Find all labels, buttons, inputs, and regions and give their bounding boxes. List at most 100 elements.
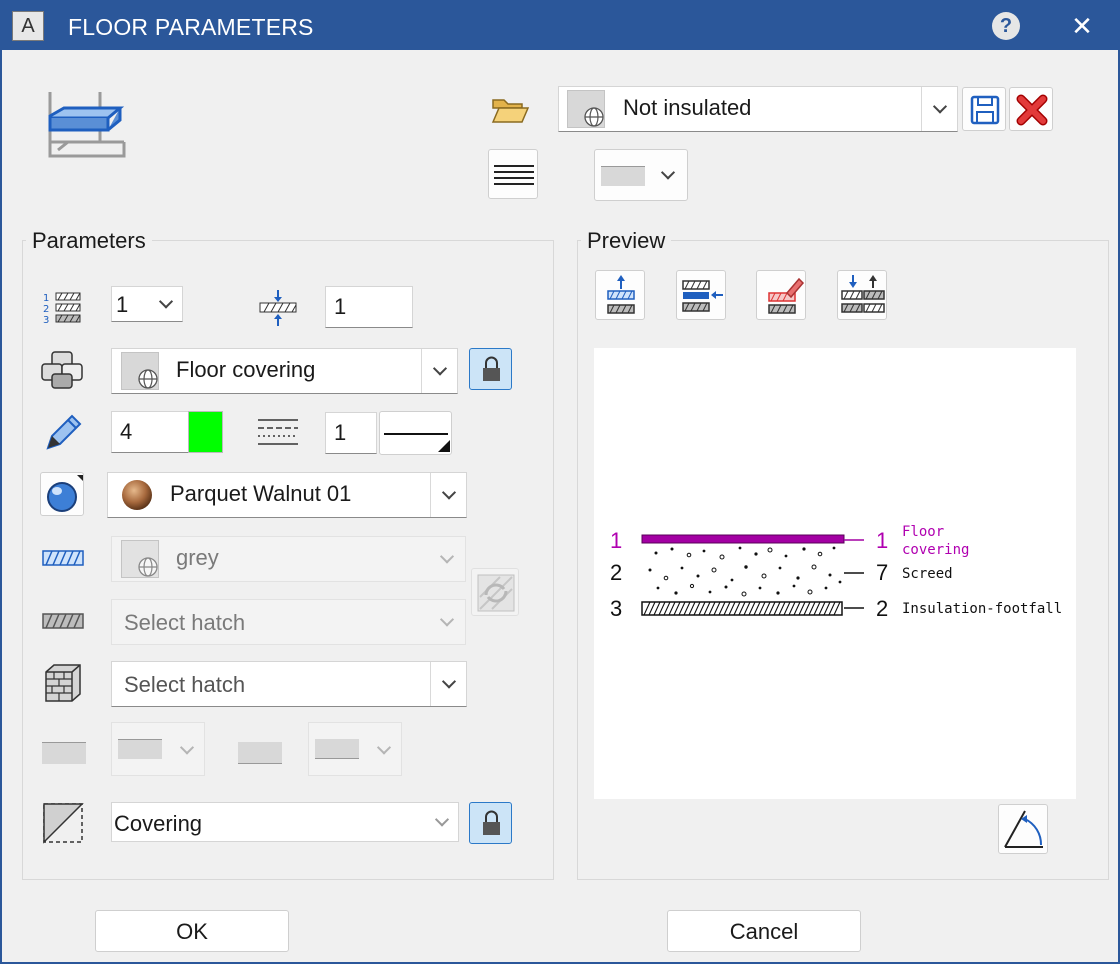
sphere-material-icon [47,475,83,512]
ok-button[interactable]: OK [95,910,289,952]
type-lock-button[interactable] [469,802,512,844]
chevron-down-icon[interactable] [921,87,957,131]
edit-layer-button[interactable] [756,270,806,320]
line-style-dropdown[interactable] [594,149,688,201]
parameters-group-label: Parameters [26,228,152,254]
line-type-icon [258,419,298,445]
insert-layer-button[interactable] [676,270,726,320]
section-hatch-value: Select hatch [124,672,246,697]
title-bar: A FLOOR PARAMETERS ? ✕ [2,2,1118,50]
delete-button[interactable] [1009,87,1053,131]
line-style-icon [601,166,645,186]
bottom-line-style-dropdown[interactable] [308,722,402,776]
layer-3-right-number: 2 [876,596,888,621]
chevron-down-icon[interactable] [430,662,466,706]
preset-dropdown[interactable]: Not insulated [558,86,958,132]
preset-value: Not insulated [623,95,752,120]
move-layer-up-button[interactable] [595,270,645,320]
type-value: Covering [114,811,203,836]
layer-count-dropdown[interactable]: 1 [111,286,183,322]
walnut-texture-icon [122,480,152,510]
layer-count-value: 1 [116,292,129,317]
component-value: Floor covering [176,357,316,382]
chevron-down-icon [430,810,454,834]
layer-2-right-number: 7 [876,560,888,585]
layer-3-label: Insulation-footfall [902,601,1062,617]
line-style-icon [315,739,359,759]
top-line-style-dropdown[interactable] [111,722,205,776]
blue-hatch-icon [42,550,84,566]
line-weight-picker[interactable] [379,411,452,455]
line-style-icon [118,739,162,759]
hatch-pattern-dropdown[interactable]: Select hatch [111,599,466,645]
layer-3-left-number: 3 [610,596,622,621]
svg-text:2: 2 [43,304,49,315]
help-button[interactable]: ? [992,12,1020,40]
chevron-down-icon [174,737,200,763]
component-icon [41,351,83,389]
chevron-down-icon [429,600,465,644]
swap-hatch-button[interactable] [471,568,519,616]
pen-icon [46,414,82,450]
svg-text:1: 1 [43,293,49,304]
delete-icon [1016,94,1048,126]
svg-text:3: 3 [43,315,49,326]
thickness-input[interactable]: 1 [325,286,413,328]
insert-layer-icon [682,280,723,312]
cancel-button[interactable]: Cancel [667,910,861,952]
save-button[interactable] [962,87,1006,131]
section-hatch-dropdown[interactable]: Select hatch [111,661,467,707]
pen-number-input[interactable]: 4 [111,411,189,453]
globe-icon [567,90,605,128]
chevron-down-icon[interactable] [421,349,457,393]
surface-button[interactable] [40,472,84,516]
surface-value: Parquet Walnut 01 [170,481,352,506]
globe-icon [121,540,159,578]
chevron-down-icon[interactable] [430,473,466,517]
preview-group-label: Preview [581,228,672,254]
app-icon: A [12,11,44,41]
save-icon [970,95,1000,125]
open-folder-icon[interactable] [490,94,530,128]
layer-1-label-line-2: covering [902,542,969,558]
edit-layer-icon [768,277,805,314]
angle-icon [1004,810,1043,848]
line-number-input[interactable]: 1 [325,412,377,454]
lock-icon [483,810,500,835]
floor-illustration-icon [48,92,126,158]
pen-color-swatch[interactable] [188,411,223,453]
layer-up-icon [607,275,635,314]
layer-2-left-number: 2 [610,560,622,585]
layer-1-right-number: 1 [876,528,888,553]
layer-2-label: Screed [902,566,953,582]
chevron-down-icon [371,737,397,763]
hatch-color-dropdown[interactable]: grey [111,536,466,582]
layer-section-drawing: 1 2 3 1 7 2 Floor covering Screed Insula… [610,524,1062,621]
component-dropdown[interactable]: Floor covering [111,348,458,394]
chevron-down-icon [429,537,465,581]
brick-wall-icon [45,664,81,702]
thickness-icon [259,290,297,326]
preview-canvas: 1 2 3 1 7 2 Floor covering Screed Insula… [594,348,1076,799]
chevron-down-icon [655,162,681,188]
floor-parameters-dialog: A FLOOR PARAMETERS ? ✕ Not insulated Par… [0,0,1120,964]
component-lock-button[interactable] [469,348,512,390]
surface-dropdown[interactable]: Parquet Walnut 01 [107,472,467,518]
gray-hatch-icon [42,613,84,629]
type-dropdown[interactable]: Covering [111,802,459,842]
type-icon [43,803,84,844]
layer-numbering-icon: 1 2 3 [43,292,81,326]
layer-lines-button[interactable] [488,149,538,199]
layer-1-label-line-1: Floor [902,524,944,540]
view-angle-button[interactable] [998,804,1048,854]
hatch-color-value: grey [176,545,219,570]
hatch-pattern-value: Select hatch [124,610,246,635]
lock-icon [483,356,500,381]
swap-layers-icon [841,275,885,313]
swap-layers-button[interactable] [837,270,887,320]
bottom-line-icon [238,742,282,764]
rotate-hatch-icon [477,574,515,612]
top-line-icon [42,742,86,764]
close-button[interactable]: ✕ [1066,10,1098,42]
layer-lines-icon [494,165,534,185]
